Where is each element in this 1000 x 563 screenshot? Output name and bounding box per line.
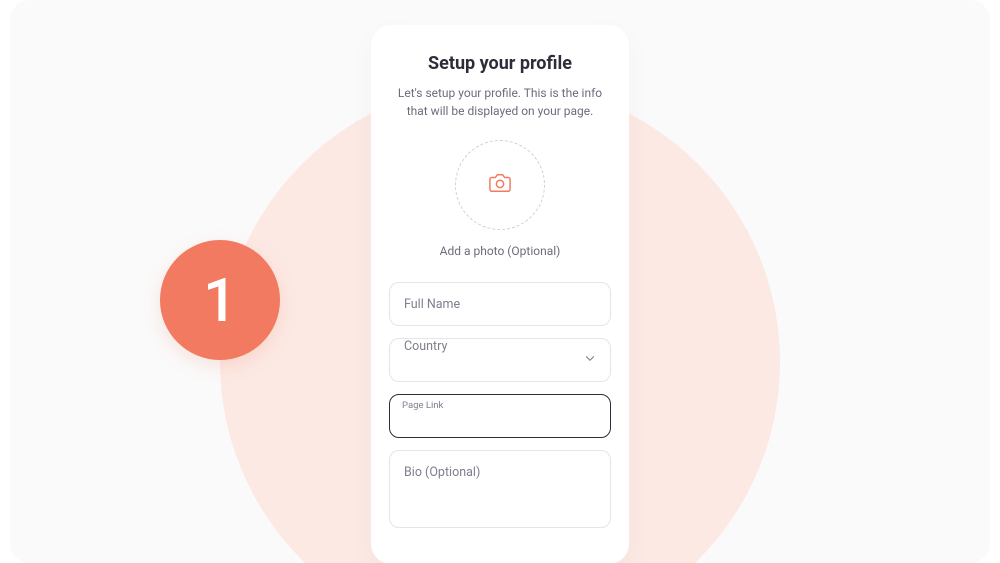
photo-upload-section: Add a photo (Optional) xyxy=(389,140,611,258)
page-link-field[interactable]: Page Link xyxy=(389,394,611,438)
page-link-input[interactable] xyxy=(402,415,598,430)
card-subtitle: Let's setup your profile. This is the in… xyxy=(389,84,611,120)
page-link-label: Page Link xyxy=(402,400,598,411)
card-title: Setup your profile xyxy=(389,53,611,74)
camera-icon xyxy=(489,172,511,198)
photo-upload-label: Add a photo (Optional) xyxy=(440,244,561,258)
bio-textarea[interactable] xyxy=(389,450,611,528)
full-name-input[interactable] xyxy=(389,282,611,326)
step-number: 1 xyxy=(203,265,237,336)
profile-card: Setup your profile Let's setup your prof… xyxy=(371,25,629,563)
step-badge: 1 xyxy=(160,240,280,360)
country-select[interactable]: Country xyxy=(389,338,611,382)
page-container: 1 Setup your profile Let's setup your pr… xyxy=(10,0,990,563)
photo-upload-button[interactable] xyxy=(455,140,545,230)
country-placeholder: Country xyxy=(404,339,447,354)
